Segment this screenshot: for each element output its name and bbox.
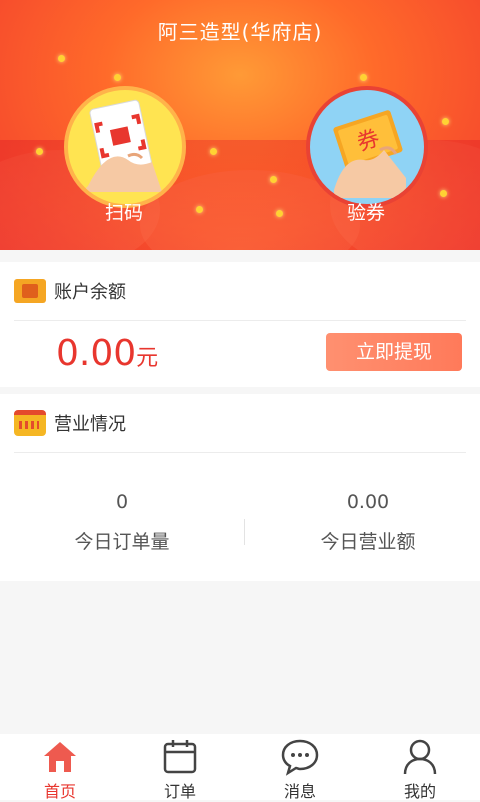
balance-unit: 元 bbox=[136, 346, 159, 371]
withdraw-button[interactable]: 立即提现 bbox=[326, 333, 462, 371]
scan-action[interactable]: 扫码 bbox=[64, 86, 186, 224]
business-title: 营业情况 bbox=[54, 414, 126, 435]
today-revenue-stat[interactable]: 0.00 今日营业额 bbox=[248, 491, 480, 554]
tab-orders[interactable]: 订单 bbox=[120, 734, 240, 801]
today-revenue-value: 0.00 bbox=[346, 491, 390, 513]
home-icon bbox=[40, 736, 80, 776]
wallet-icon bbox=[14, 279, 46, 303]
qr-scan-icon[interactable] bbox=[64, 86, 186, 208]
balance-amount: 0.00 bbox=[56, 333, 137, 374]
tab-home[interactable]: 首页 bbox=[0, 734, 120, 801]
balance-header: 账户余额 bbox=[14, 262, 466, 321]
verify-coupon-label: 验券 bbox=[346, 202, 385, 224]
balance-title: 账户余额 bbox=[54, 282, 126, 303]
coupon-icon[interactable]: 券 bbox=[306, 86, 428, 208]
message-icon bbox=[280, 736, 320, 776]
balance-row: 0.00元 立即提现 bbox=[0, 321, 480, 387]
user-icon bbox=[400, 736, 440, 776]
tab-orders-label: 订单 bbox=[163, 782, 196, 801]
business-header: 营业情况 bbox=[14, 394, 466, 453]
tab-mine-label: 我的 bbox=[403, 782, 436, 801]
today-orders-value: 0 bbox=[115, 491, 129, 513]
header-banner: 阿三造型(华府店) 扫码 券 验券 bbox=[0, 0, 480, 250]
store-title: 阿三造型(华府店) bbox=[157, 20, 323, 44]
verify-coupon-action[interactable]: 券 验券 bbox=[306, 86, 428, 224]
scan-label: 扫码 bbox=[104, 202, 143, 224]
calendar-tab-icon bbox=[160, 736, 200, 776]
balance-value: 0.00元 bbox=[56, 333, 158, 374]
business-card: 营业情况 0 今日订单量 0.00 今日营业额 bbox=[0, 394, 480, 581]
stats-divider bbox=[244, 519, 245, 545]
tab-mine[interactable]: 我的 bbox=[360, 734, 480, 801]
today-orders-label: 今日订单量 bbox=[74, 531, 170, 553]
tab-messages[interactable]: 消息 bbox=[240, 734, 360, 801]
calendar-icon bbox=[14, 410, 46, 436]
business-stats: 0 今日订单量 0.00 今日营业额 bbox=[0, 453, 480, 581]
balance-card: 账户余额 0.00元 立即提现 bbox=[0, 262, 480, 387]
tab-messages-label: 消息 bbox=[283, 782, 316, 801]
tab-home-label: 首页 bbox=[43, 782, 76, 801]
bottom-tab-bar: 首页 订单 消息 我的 bbox=[0, 734, 480, 801]
today-orders-stat[interactable]: 0 今日订单量 bbox=[2, 491, 242, 554]
today-revenue-label: 今日营业额 bbox=[320, 531, 416, 553]
